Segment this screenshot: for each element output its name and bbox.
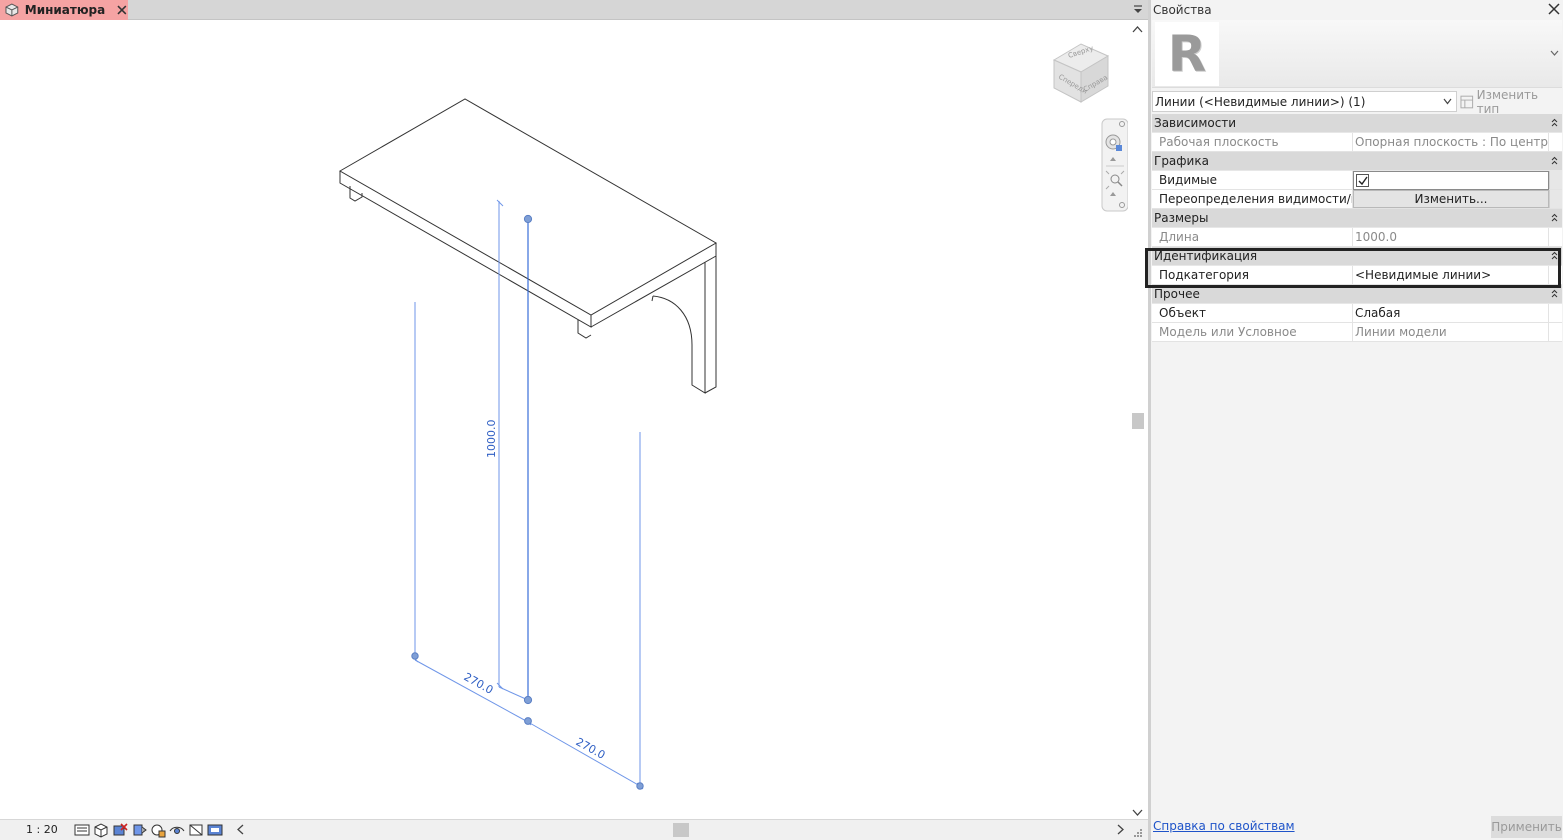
resize-grip-icon[interactable] bbox=[1133, 828, 1143, 838]
property-row-length[interactable]: Длина 1000.0 bbox=[1152, 228, 1562, 247]
type-selector[interactable]: Линии (<Невидимые линии>) (1) bbox=[1152, 91, 1457, 112]
property-value: Линии модели bbox=[1353, 323, 1549, 341]
property-name: Рабочая плоскость bbox=[1152, 133, 1353, 151]
tab-thumbnail[interactable]: Миниатюра bbox=[0, 0, 128, 20]
property-name: Модель или Условное bbox=[1152, 323, 1353, 341]
crop-view-icon[interactable] bbox=[150, 822, 166, 838]
drawing-view[interactable]: Миниатюра 1000.0 270.0 270.0 Сверху Спер… bbox=[0, 0, 1148, 840]
close-icon[interactable] bbox=[1547, 2, 1561, 16]
3d-view-icon bbox=[5, 3, 19, 17]
property-row-visibility-overrides[interactable]: Переопределения видимости/гр... Изменить… bbox=[1152, 190, 1562, 209]
property-value: Опорная плоскость : По центру (... bbox=[1355, 133, 1549, 151]
reveal-hidden-icon[interactable] bbox=[188, 822, 204, 838]
category-constraints[interactable]: Зависимости bbox=[1152, 114, 1562, 133]
vertical-scrollbar[interactable] bbox=[1129, 21, 1146, 819]
scroll-up-icon[interactable] bbox=[1132, 24, 1143, 35]
view-scale[interactable]: 1 : 20 bbox=[26, 823, 58, 836]
analytical-model-icon[interactable] bbox=[207, 822, 223, 838]
view-control-icons bbox=[74, 822, 223, 838]
vertical-scroll-thumb[interactable] bbox=[1132, 413, 1144, 429]
revit-logo: R bbox=[1155, 22, 1219, 86]
property-row-object[interactable]: Объект Слабая bbox=[1152, 304, 1562, 323]
category-label: Размеры bbox=[1154, 211, 1209, 225]
view-control-bar: 1 : 20 bbox=[0, 819, 1148, 840]
row-spacer bbox=[1549, 323, 1562, 341]
viewcube[interactable]: Сверху Спереди Справа bbox=[1052, 43, 1110, 103]
close-icon[interactable] bbox=[116, 4, 128, 16]
horizontal-scroll-thumb[interactable] bbox=[673, 823, 689, 837]
apply-button[interactable]: Применить bbox=[1491, 816, 1562, 838]
category-label: Прочее bbox=[1154, 287, 1200, 301]
edit-overrides-button[interactable]: Изменить... bbox=[1353, 190, 1549, 208]
properties-footer: Справка по свойствам Применить bbox=[1151, 814, 1563, 840]
view-tab-bar: Миниатюра bbox=[0, 0, 1148, 20]
property-name: Подкатегория bbox=[1152, 266, 1353, 284]
shadows-icon[interactable] bbox=[131, 822, 147, 838]
scroll-down-icon[interactable] bbox=[1132, 807, 1143, 818]
property-value: 1000.0 bbox=[1353, 228, 1549, 246]
collapse-icon[interactable] bbox=[1551, 289, 1558, 298]
dimension-label-vertical[interactable]: 1000.0 bbox=[485, 420, 498, 459]
row-spacer bbox=[1549, 228, 1562, 246]
property-name: Длина bbox=[1152, 228, 1353, 246]
sun-path-icon[interactable] bbox=[112, 822, 128, 838]
property-name: Видимые bbox=[1152, 171, 1353, 189]
category-label: Графика bbox=[1154, 154, 1209, 168]
edit-type-icon bbox=[1460, 95, 1474, 108]
scroll-left-icon[interactable] bbox=[236, 824, 245, 835]
visual-style-icon[interactable] bbox=[93, 822, 109, 838]
dimension-label-left[interactable]: 270.0 bbox=[462, 670, 496, 697]
tab-label: Миниатюра bbox=[24, 3, 106, 17]
collapse-icon[interactable] bbox=[1551, 156, 1558, 165]
type-selector-value: Линии (<Невидимые линии>) (1) bbox=[1155, 94, 1366, 109]
property-row-work-plane[interactable]: Рабочая плоскость Опорная плоскость : По… bbox=[1152, 133, 1562, 152]
temporary-hide-icon[interactable] bbox=[169, 822, 185, 838]
row-spacer bbox=[1549, 171, 1562, 189]
category-other[interactable]: Прочее bbox=[1152, 285, 1562, 304]
collapse-icon[interactable] bbox=[1551, 213, 1558, 222]
row-spacer bbox=[1549, 304, 1562, 322]
visible-checkbox[interactable] bbox=[1353, 171, 1549, 190]
detail-level-icon[interactable] bbox=[74, 822, 90, 838]
category-identity[interactable]: Идентификация bbox=[1152, 247, 1562, 266]
property-name: Объект bbox=[1152, 304, 1353, 322]
category-dimensions[interactable]: Размеры bbox=[1152, 209, 1562, 228]
category-graphics[interactable]: Графика bbox=[1152, 152, 1562, 171]
edit-type-button[interactable]: Изменить тип bbox=[1460, 88, 1562, 116]
property-name: Переопределения видимости/гр... bbox=[1152, 190, 1353, 208]
property-row-subcategory[interactable]: Подкатегория <Невидимые линии> bbox=[1152, 266, 1562, 285]
checkbox-box[interactable] bbox=[1356, 174, 1369, 187]
tabs-menu-icon[interactable] bbox=[1132, 3, 1144, 17]
property-grid: Зависимости Рабочая плоскость Опорная пл… bbox=[1152, 114, 1562, 342]
row-spacer bbox=[1549, 266, 1562, 284]
collapse-icon[interactable] bbox=[1551, 118, 1558, 127]
edit-type-label: Изменить тип bbox=[1476, 87, 1539, 116]
row-spacer bbox=[1549, 190, 1562, 208]
collapse-icon[interactable] bbox=[1551, 251, 1558, 260]
property-row-model-or-detail[interactable]: Модель или Условное Линии модели bbox=[1152, 323, 1562, 342]
subcategory-dropdown[interactable]: <Невидимые линии> bbox=[1353, 266, 1549, 284]
properties-panel: Свойства R Линии (<Невидимые линии>) (1)… bbox=[1151, 0, 1563, 840]
property-row-visible[interactable]: Видимые bbox=[1152, 171, 1562, 190]
type-preview: R bbox=[1152, 20, 1562, 88]
navigation-bar[interactable] bbox=[1101, 118, 1128, 212]
chevron-down-icon[interactable] bbox=[1443, 98, 1452, 105]
row-spacer bbox=[1549, 133, 1562, 151]
chevron-down-icon[interactable] bbox=[1550, 50, 1559, 56]
properties-help-link[interactable]: Справка по свойствам bbox=[1153, 819, 1295, 833]
properties-title: Свойства bbox=[1153, 3, 1212, 17]
checkmark-icon bbox=[1358, 176, 1368, 185]
property-value[interactable]: Слабая bbox=[1353, 304, 1549, 322]
type-selector-row: Линии (<Невидимые линии>) (1) Изменить т… bbox=[1151, 88, 1563, 116]
category-label: Зависимости bbox=[1154, 116, 1237, 130]
category-label: Идентификация bbox=[1154, 249, 1258, 263]
model-canvas[interactable]: 1000.0 270.0 270.0 Сверху Спереди Справа bbox=[0, 21, 1128, 819]
scroll-right-icon[interactable] bbox=[1116, 824, 1125, 835]
